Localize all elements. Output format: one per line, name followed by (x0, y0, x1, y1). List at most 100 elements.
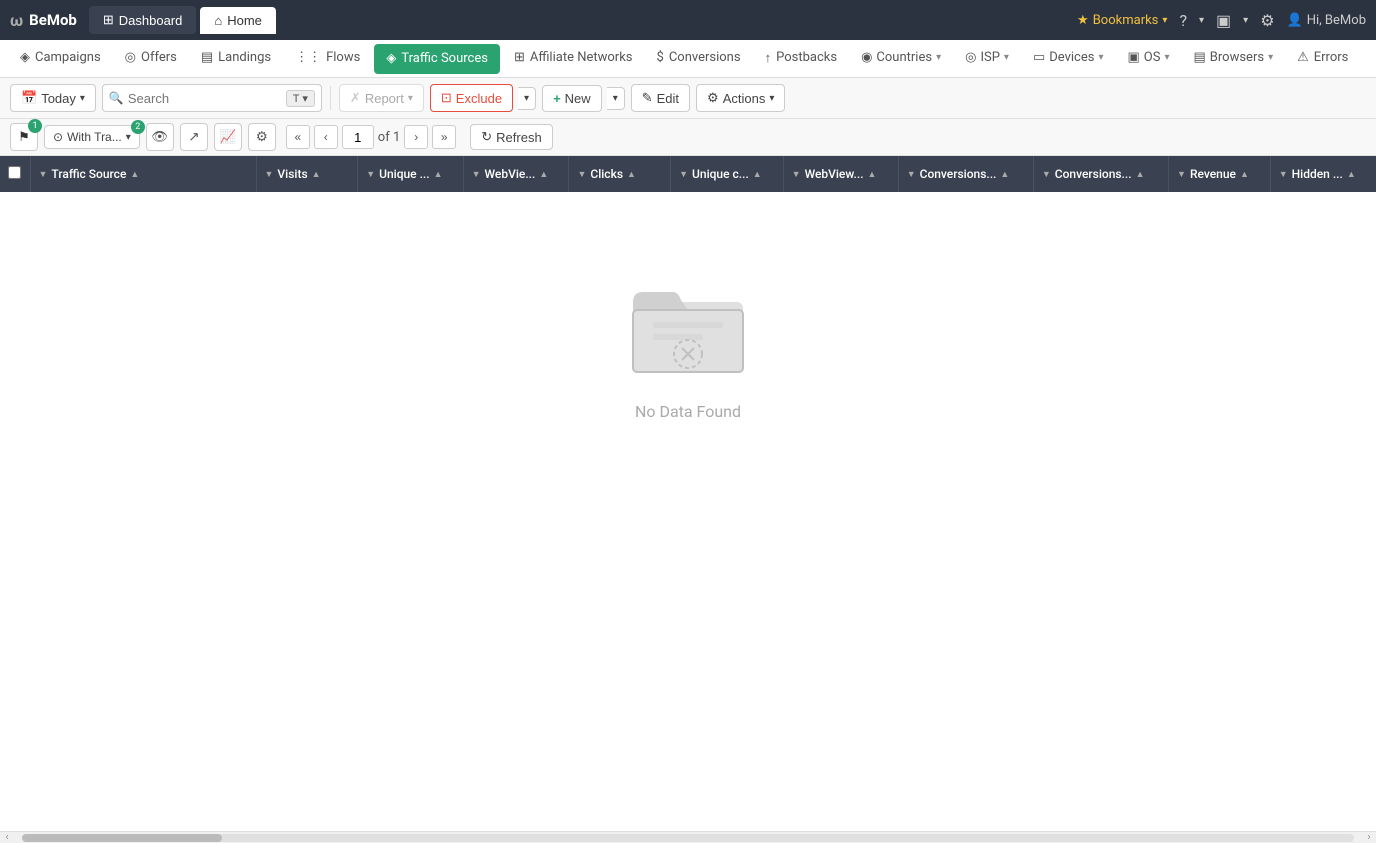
col-checkbox[interactable] (0, 156, 30, 192)
main-nav: ◈ Campaigns ◎ Offers ▤ Landings ⋮⋮ Flows… (0, 40, 1376, 78)
col-visits-sort-icon: ▼ (265, 169, 274, 180)
today-button[interactable]: 📅 Today ▾ (10, 84, 96, 112)
new-dropdown-button[interactable]: ▾ (607, 87, 625, 110)
nav-affiliate-networks[interactable]: ⊞ Affiliate Networks (502, 40, 645, 78)
nav-traffic-sources[interactable]: ◈ Traffic Sources (374, 44, 500, 74)
devices-icon: ▭ (1033, 50, 1045, 65)
nav-postbacks[interactable]: ↑ Postbacks (753, 40, 849, 78)
page-prev-button[interactable]: ‹ (314, 125, 338, 149)
col-revenue[interactable]: ▼ Revenue ▲ (1169, 156, 1271, 192)
actions-icon: ⚙ (707, 90, 719, 106)
data-table: ▼ Traffic Source ▲ ▼ Visits ▲ (0, 156, 1376, 192)
countries-icon: ◉ (861, 50, 872, 65)
tab-home[interactable]: ⌂ Home (200, 7, 276, 34)
refresh-button[interactable]: ↻ Refresh (470, 124, 552, 150)
help-icon[interactable]: ? (1179, 11, 1187, 30)
nav-errors[interactable]: ⚠ Errors (1285, 40, 1360, 78)
col-unique-v[interactable]: ▼ Unique ... ▲ (358, 156, 463, 192)
col-revenue-sort-icon: ▼ (1177, 169, 1186, 180)
toolbar-row2: ⚑ 1 ⊙ With Tra... ▾ 2 👁 ↗ 📈 ⚙ « (0, 119, 1376, 156)
nav-browsers[interactable]: ▤ Browsers ▾ (1181, 40, 1285, 78)
new-button[interactable]: + New (542, 85, 602, 112)
bookmarks-button[interactable]: ★ Bookmarks ▾ (1077, 13, 1167, 28)
col-hidden[interactable]: ▼ Hidden ... ▲ (1270, 156, 1376, 192)
search-icon: 🔍 (109, 91, 124, 105)
first-page-icon: « (294, 130, 301, 144)
col-visits[interactable]: ▼ Visits ▲ (256, 156, 358, 192)
os-icon: ▣ (1127, 50, 1139, 65)
tab-dashboard[interactable]: ⊞ Dashboard (89, 6, 197, 34)
page-next-button[interactable]: › (404, 125, 428, 149)
col-visits-asc-icon: ▲ (312, 169, 321, 180)
with-tra-button[interactable]: ⊙ With Tra... ▾ (44, 125, 140, 149)
col-webview2[interactable]: ▼ WebView... ▲ (783, 156, 898, 192)
report-button[interactable]: ✗ Report ▾ (339, 84, 424, 112)
nav-conversions[interactable]: $ Conversions (645, 40, 753, 78)
nav-landings[interactable]: ▤ Landings (189, 40, 283, 78)
scroll-right-arrow[interactable]: › (1362, 831, 1376, 843)
scroll-left-arrow[interactable]: ‹ (0, 831, 14, 843)
nav-countries[interactable]: ◉ Countries ▾ (849, 40, 953, 78)
page-first-button[interactable]: « (286, 125, 310, 149)
nav-flows[interactable]: ⋮⋮ Flows (283, 40, 372, 78)
nav-offers[interactable]: ◎ Offers (113, 40, 189, 78)
col-conversions1[interactable]: ▼ Conversions... ▲ (898, 156, 1033, 192)
col-clicks[interactable]: ▼ Clicks ▲ (569, 156, 671, 192)
actions-button[interactable]: ⚙ Actions ▾ (696, 84, 785, 112)
countries-chevron-icon: ▾ (936, 52, 941, 63)
report-chevron-icon: ▾ (408, 93, 413, 104)
col-conversions1-asc-icon: ▲ (1000, 169, 1009, 180)
separator-1 (330, 86, 331, 110)
chart-button[interactable]: 📈 (214, 123, 242, 151)
settings-columns-button[interactable]: ⚙ (248, 123, 276, 151)
exclude-icon: ⊡ (441, 90, 452, 106)
col-revenue-asc-icon: ▲ (1240, 169, 1249, 180)
bottom-scrollbar: ‹ › (0, 831, 1376, 843)
search-type-button[interactable]: T ▾ (286, 90, 315, 107)
scrollbar-track[interactable] (22, 834, 1354, 842)
conversions-icon: $ (657, 50, 664, 65)
col-clicks-sort-icon: ▼ (577, 169, 586, 180)
select-all-checkbox[interactable] (8, 166, 21, 179)
eye-button[interactable]: 👁 (146, 123, 174, 151)
exclude-dropdown-button[interactable]: ▾ (518, 87, 536, 110)
nav-devices[interactable]: ▭ Devices ▾ (1021, 40, 1116, 78)
col-webview2-asc-icon: ▲ (868, 169, 877, 180)
col-webview[interactable]: ▼ WebVie... ▲ (463, 156, 569, 192)
col-conversions2[interactable]: ▼ Conversions... ▲ (1033, 156, 1168, 192)
exclude-button[interactable]: ⊡ Exclude (430, 84, 513, 112)
flows-icon: ⋮⋮ (295, 50, 321, 65)
chevron-down-icon: ▾ (1162, 15, 1167, 26)
col-unique-v-sort-icon: ▼ (366, 169, 375, 180)
search-input[interactable] (128, 91, 282, 106)
col-conversions1-sort-icon: ▼ (907, 169, 916, 180)
nav-isp[interactable]: ◎ ISP ▾ (953, 40, 1021, 78)
col-unique-v-asc-icon: ▲ (434, 169, 443, 180)
flag-button[interactable]: ⚑ 1 (10, 123, 38, 151)
nav-os[interactable]: ▣ OS ▾ (1115, 40, 1181, 78)
col-unique-c[interactable]: ▼ Unique c... ▲ (671, 156, 784, 192)
col-hidden-sort-icon: ▼ (1279, 169, 1288, 180)
user-menu[interactable]: 👤 Hi, BeMob (1287, 13, 1366, 28)
logo-text: BeMob (29, 11, 77, 29)
landings-icon: ▤ (201, 50, 213, 65)
share-button[interactable]: ↗ (180, 123, 208, 151)
col-clicks-asc-icon: ▲ (627, 169, 636, 180)
flag-badge: 1 (28, 119, 42, 133)
edit-button[interactable]: ✎ Edit (631, 84, 690, 112)
settings-icon[interactable]: ⚙ (1260, 11, 1274, 30)
scrollbar-thumb[interactable] (22, 834, 222, 842)
monitor-icon[interactable]: ▣ (1216, 11, 1231, 30)
with-tra-wrapper: ⊙ With Tra... ▾ 2 (44, 125, 140, 149)
col-hidden-asc-icon: ▲ (1347, 169, 1356, 180)
next-page-icon: › (414, 130, 418, 144)
nav-campaigns[interactable]: ◈ Campaigns (8, 40, 113, 78)
search-wrapper: 🔍 T ▾ (102, 84, 322, 112)
page-last-button[interactable]: » (432, 125, 456, 149)
top-nav: ω BeMob ⊞ Dashboard ⌂ Home ★ Bookmarks ▾… (0, 0, 1376, 40)
col-traffic-source[interactable]: ▼ Traffic Source ▲ (30, 156, 256, 192)
page-input[interactable] (342, 125, 374, 149)
exclude-chevron-icon: ▾ (524, 93, 529, 104)
logo: ω BeMob (10, 11, 77, 30)
prev-page-icon: ‹ (324, 130, 328, 144)
